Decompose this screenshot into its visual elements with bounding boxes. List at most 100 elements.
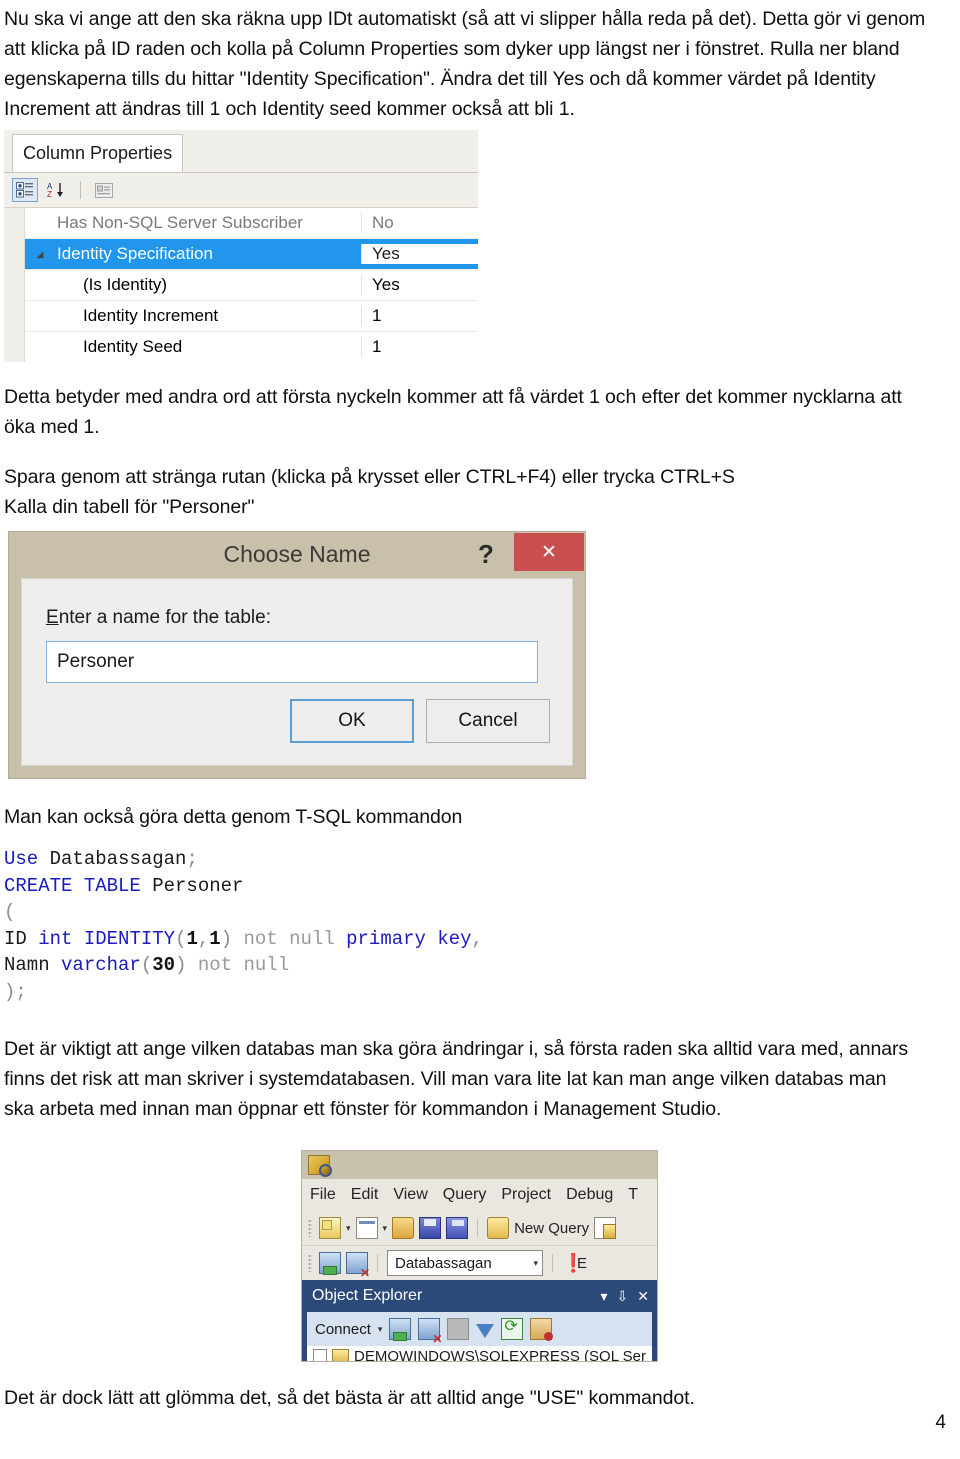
sql-code-line: ( <box>4 899 483 926</box>
dialog-title-text: Choose Name <box>223 540 371 567</box>
chevron-down-icon[interactable]: ▾ <box>533 1258 538 1269</box>
chevron-down-icon[interactable]: ▾ <box>383 1223 388 1234</box>
toolbar-grip[interactable] <box>308 1219 312 1237</box>
connect-icon[interactable] <box>319 1252 341 1275</box>
menu-item-query[interactable]: Query <box>443 1186 487 1204</box>
sql-token: varchar <box>61 954 141 976</box>
object-explorer-header: Object Explorer ▾ ⇩ ✕ <box>302 1280 657 1312</box>
table-name-input-value: Personer <box>57 651 135 672</box>
tree-expander-icon[interactable] <box>313 1349 327 1361</box>
property-name: (Is Identity) <box>83 275 168 294</box>
sql-token: ID <box>4 927 39 950</box>
property-value[interactable]: Yes <box>361 244 478 264</box>
row-expander[interactable]: ◢ <box>25 249 55 260</box>
disconnect-icon[interactable] <box>346 1252 370 1279</box>
property-name: Identity Specification <box>57 244 213 263</box>
ssms-title-bar <box>302 1151 657 1179</box>
new-database-query-icon[interactable] <box>487 1217 510 1239</box>
chevron-down-icon[interactable]: ▾ <box>601 1288 608 1305</box>
close-icon[interactable]: ✕ <box>514 533 584 571</box>
tab-column-properties[interactable]: Column Properties <box>12 134 184 172</box>
stop-icon[interactable] <box>447 1318 470 1340</box>
sql-token: ( <box>4 901 16 923</box>
column-properties-grid: Has Non-SQL Server Subscriber No ◢ Ident… <box>4 208 478 362</box>
sql-token: 1 <box>186 927 198 950</box>
new-query-file-icon[interactable] <box>319 1217 341 1239</box>
table-row[interactable]: Has Non-SQL Server Subscriber No <box>25 208 478 239</box>
table-name-input[interactable]: Personer <box>46 641 538 683</box>
ok-button[interactable]: OK <box>290 699 414 743</box>
table-row[interactable]: Identity Seed 1 <box>25 332 478 362</box>
dialog-body: Enter a name for the table: Personer OK … <box>21 578 573 766</box>
object-explorer-toolbar: Connect ▾ <box>302 1312 657 1346</box>
open-file-icon[interactable] <box>392 1217 415 1239</box>
sql-token: 1 <box>209 927 221 950</box>
sql-token: ) <box>4 980 16 1003</box>
menu-item-edit[interactable]: Edit <box>351 1186 379 1204</box>
help-icon[interactable]: ? <box>469 538 503 570</box>
toolbar-grip[interactable] <box>308 1254 312 1272</box>
database-selector[interactable]: Databassagan ▾ <box>387 1250 543 1276</box>
categorized-view-icon[interactable] <box>12 178 38 202</box>
ssms-app-icon <box>308 1155 332 1177</box>
sql-token: ) <box>220 927 233 950</box>
property-value[interactable]: 1 <box>361 306 478 326</box>
connect-button-label[interactable]: Connect <box>315 1321 371 1338</box>
table-row[interactable]: (Is Identity) Yes <box>25 270 478 301</box>
paragraph-after-code: Det är viktigt att ange vilken databas m… <box>4 1038 909 1120</box>
save-all-icon[interactable] <box>446 1217 469 1239</box>
connect-object-explorer-icon[interactable] <box>389 1318 412 1341</box>
menu-item-tools[interactable]: T <box>628 1186 638 1204</box>
property-value[interactable]: Yes <box>361 275 478 295</box>
column-properties-screenshot: Column Properties A Z Has Non-SQL Server… <box>4 130 478 362</box>
menu-item-file[interactable]: File <box>310 1186 336 1204</box>
chevron-down-icon[interactable]: ▾ <box>378 1324 383 1335</box>
execute-label[interactable]: E <box>577 1255 587 1272</box>
toolbar-separator <box>80 181 81 199</box>
property-value[interactable]: No <box>361 213 478 233</box>
activity-monitor-icon[interactable] <box>530 1318 554 1341</box>
save-icon[interactable] <box>419 1217 442 1239</box>
pin-icon[interactable]: ⇩ <box>617 1288 629 1305</box>
property-pages-icon[interactable] <box>91 178 117 202</box>
disconnect-object-explorer-icon[interactable] <box>418 1318 442 1345</box>
object-explorer-tree: DEMOWINDOWS\SQLEXPRESS (SQL Ser <box>302 1346 657 1362</box>
page-number: 4 <box>935 1412 946 1433</box>
menu-item-debug[interactable]: Debug <box>566 1186 613 1204</box>
closing-block: Det är dock lätt att glömma det, så det … <box>0 1383 948 1413</box>
sql-token: int <box>38 927 73 950</box>
menu-item-project[interactable]: Project <box>501 1186 551 1204</box>
sql-token: 30 <box>152 954 176 976</box>
tab-column-properties-label: Column Properties <box>23 142 173 163</box>
sql-token: ) <box>175 954 187 976</box>
chevron-down-icon[interactable]: ▾ <box>346 1223 351 1234</box>
paragraph-tsql-intro: Man kan också göra detta genom T-SQL kom… <box>4 806 463 828</box>
sql-token: ; <box>186 848 198 870</box>
alphabetical-sort-icon[interactable]: A Z <box>44 178 70 202</box>
menu-item-view[interactable]: View <box>393 1186 427 1204</box>
filter-icon[interactable] <box>476 1323 495 1338</box>
grid-gutter <box>4 208 25 362</box>
column-properties-tab-strip: Column Properties <box>4 130 478 173</box>
table-row[interactable]: ◢ Identity Specification Yes <box>25 239 478 270</box>
tsql-intro-block: Man kan också göra detta genom T-SQL kom… <box>0 802 940 832</box>
cancel-button[interactable]: Cancel <box>426 699 550 743</box>
sql-code-block: Use Databassagan; CREATE TABLE Personer(I… <box>4 846 483 1005</box>
after-code-block: Det är viktigt att ange vilken databas m… <box>0 1034 948 1124</box>
new-project-icon[interactable] <box>355 1217 378 1239</box>
refresh-icon[interactable] <box>501 1316 524 1340</box>
copy-icon[interactable] <box>594 1217 617 1239</box>
ssms-standard-toolbar: ▾ ▾ New Query <box>302 1211 657 1246</box>
tree-root-label[interactable]: DEMOWINDOWS\SQLEXPRESS (SQL Ser <box>354 1348 646 1362</box>
ssms-menu-bar: File Edit View Query Project Debug T <box>302 1179 657 1211</box>
sql-token: ( <box>175 927 187 950</box>
close-icon[interactable]: ✕ <box>637 1288 649 1305</box>
property-name: Identity Seed <box>83 337 183 356</box>
table-row[interactable]: Identity Increment 1 <box>25 301 478 332</box>
execute-icon[interactable]: ❗ <box>562 1253 584 1273</box>
property-value[interactable]: 1 <box>361 337 478 357</box>
sql-code-line: ); <box>4 979 483 1006</box>
sql-token: ; <box>15 980 27 1003</box>
new-query-button-label[interactable]: New Query <box>514 1220 589 1237</box>
